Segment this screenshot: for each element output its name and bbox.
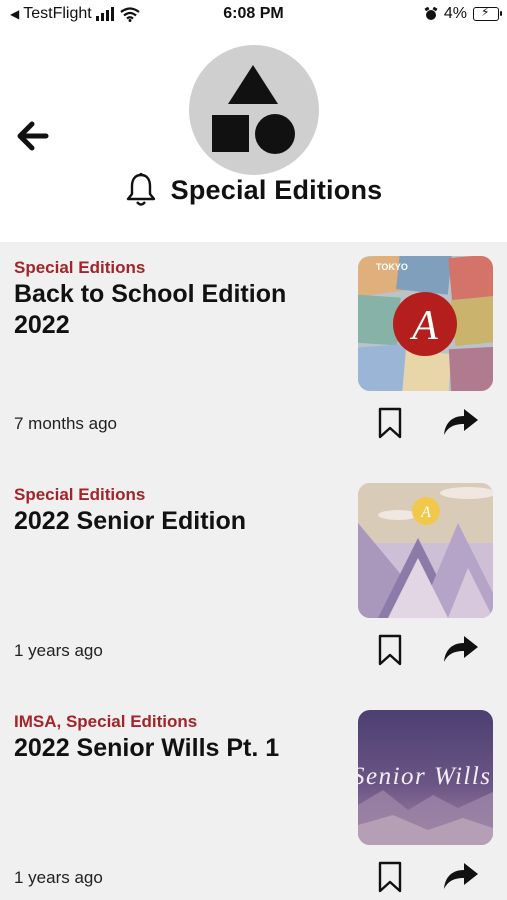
article-category[interactable]: Special Editions <box>14 258 145 278</box>
share-icon[interactable] <box>442 634 480 664</box>
article-title[interactable]: 2022 Senior Wills Pt. 1 <box>14 733 334 764</box>
status-right: 4% ⚡ <box>424 5 502 23</box>
status-bar: ◀ TestFlight 6:08 PM 4% ⚡ <box>0 0 507 30</box>
publication-logo <box>189 45 319 175</box>
article-thumbnail[interactable]: Senior Wills <box>358 710 493 845</box>
article-time: 1 years ago <box>14 641 103 660</box>
article-title[interactable]: Back to School Edition 2022 <box>14 279 334 341</box>
alarm-icon <box>424 7 438 20</box>
back-arrow-icon[interactable] <box>14 118 50 154</box>
share-icon[interactable] <box>442 861 480 891</box>
bookmark-icon[interactable] <box>376 861 404 893</box>
article-time: 7 months ago <box>14 414 118 433</box>
article-thumbnail[interactable]: A <box>358 483 493 618</box>
article-time: 1 years ago <box>14 868 103 887</box>
header: Special Editions <box>0 30 507 242</box>
article-thumbnail[interactable]: TOKYO A <box>358 256 493 391</box>
svg-text:A: A <box>409 303 438 349</box>
article-card[interactable]: Special Editions Back to School Edition … <box>0 242 507 469</box>
article-card[interactable]: Special Editions 2022 Senior Edition A 1… <box>0 469 507 696</box>
page-title: Special Editions <box>170 174 383 205</box>
share-icon[interactable] <box>442 407 480 437</box>
thumbnail-caption: Senior Wills <box>358 763 492 790</box>
svg-text:A: A <box>420 504 431 521</box>
title-row: Special Editions <box>0 172 507 208</box>
article-category[interactable]: Special Editions <box>14 485 145 505</box>
senior-wills-image: Senior Wills <box>358 710 493 845</box>
article-card[interactable]: IMSA, Special Editions 2022 Senior Wills… <box>0 696 507 900</box>
article-category[interactable]: IMSA, Special Editions <box>14 712 197 732</box>
mountain-sunrise-image: A <box>358 483 493 618</box>
bookmark-icon[interactable] <box>376 407 404 439</box>
battery-icon: ⚡ <box>473 5 502 21</box>
svg-text:TOKYO: TOKYO <box>376 262 408 272</box>
article-title[interactable]: 2022 Senior Edition <box>14 506 334 537</box>
article-feed: Special Editions Back to School Edition … <box>0 242 507 900</box>
postcard-collage-image: TOKYO A <box>358 256 493 391</box>
shapes-icon <box>212 65 295 154</box>
battery-percent: 4% <box>443 5 467 22</box>
bell-icon[interactable] <box>125 172 157 208</box>
bookmark-icon[interactable] <box>376 634 404 666</box>
